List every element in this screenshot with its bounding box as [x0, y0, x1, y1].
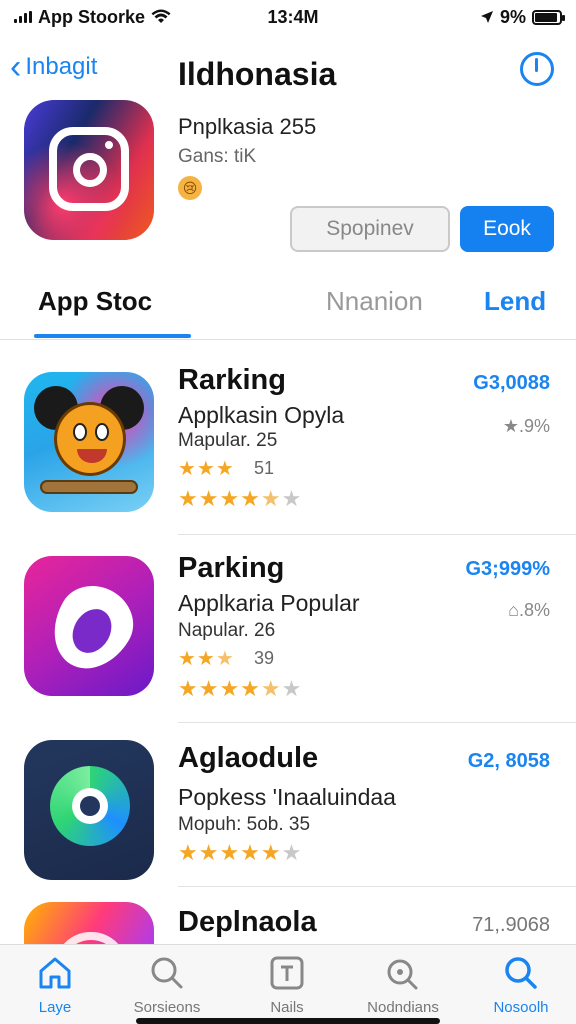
battery-icon — [532, 9, 565, 25]
chat-app-icon[interactable] — [24, 740, 154, 880]
app-title: Aglaodule — [178, 742, 319, 774]
app-name: Pnplkasia 255 — [178, 114, 317, 139]
mouse-app-icon[interactable] — [24, 372, 154, 512]
tab-label: Laye — [38, 999, 72, 1016]
tab-bar: Laye Sorsieons Nails Nodndians Nosoolh — [0, 944, 576, 1024]
tab-bar-item-search[interactable]: Sorsieons — [112, 953, 222, 1016]
camera-icon — [49, 127, 129, 211]
star-rating: ★★★★★★ — [178, 840, 303, 865]
tab-bar-item-search-active[interactable]: Nosoolh — [466, 953, 576, 1016]
secondary-button[interactable]: Spopinev — [290, 206, 450, 252]
home-icon — [39, 957, 71, 989]
apps-icon — [270, 956, 304, 990]
app-meta: Mapular. 25 — [178, 430, 278, 451]
rating-count: 51 — [254, 458, 275, 478]
battery-percent: 9% — [499, 6, 526, 27]
search-icon — [151, 957, 183, 989]
tab-lend[interactable]: Lend — [484, 286, 546, 317]
location-arrow-icon — [480, 11, 493, 23]
list-item[interactable]: Deplnaola 71,.9068 — [0, 888, 576, 944]
app-title: Rarking — [178, 364, 286, 396]
divider — [178, 886, 576, 887]
app-subtitle: Gans: tiK — [178, 146, 257, 167]
price-label: G3,0088 — [473, 372, 550, 394]
tab-label: Nosoolh — [493, 999, 549, 1016]
tab-label: Sorsieons — [133, 999, 201, 1016]
star-rating-small: ★★★ — [178, 648, 235, 670]
primary-button[interactable]: Eook — [460, 206, 554, 252]
home-indicator — [136, 1018, 440, 1024]
search-icon — [505, 957, 537, 989]
power-icon[interactable] — [520, 52, 554, 86]
tab-label: Nodndians — [367, 999, 439, 1016]
app-title: Parking — [178, 552, 285, 584]
emoji-badge-icon: 😢 — [178, 176, 202, 200]
app-icon-camera[interactable] — [24, 100, 154, 240]
app-subtitle: Applkasin Opyla — [178, 402, 345, 428]
wifi-icon — [151, 9, 171, 23]
list-item[interactable]: Rarking Applkasin Opyla Mapular. 25 ★★★ … — [0, 340, 576, 536]
app-title: Deplnaola — [178, 906, 317, 938]
carrier-label: App Stoorke — [38, 6, 146, 27]
segment-tabs: App Stoc Nnanion Lend — [0, 270, 576, 340]
tab-bar-item-apps[interactable]: Nails — [232, 953, 342, 1016]
drop-app-icon[interactable] — [24, 556, 154, 696]
active-tab-indicator — [34, 334, 191, 338]
divider — [178, 534, 576, 535]
app-meta: Napular. 26 — [178, 620, 276, 641]
chevron-left-icon: ‹ — [10, 48, 22, 86]
tab-app-store[interactable]: App Stoc — [38, 286, 152, 317]
percent-label: ⌂.8% — [508, 600, 550, 620]
tab-label: Nails — [270, 999, 304, 1016]
price-label: 71,.9068 — [472, 914, 550, 936]
back-button[interactable]: ‹ Inbagit — [10, 48, 98, 86]
percent-label: ★.9% — [502, 416, 550, 436]
tab-nanion[interactable]: Nnanion — [326, 286, 423, 317]
back-label: Inbagit — [25, 53, 98, 80]
status-right: 9% — [362, 6, 565, 28]
price-label: G3;999% — [465, 558, 551, 580]
tab-bar-item-discover[interactable]: Nodndians — [348, 953, 458, 1016]
tab-bar-item-home[interactable]: Laye — [0, 953, 110, 1016]
star-rating: ★★★★★★ — [178, 486, 303, 511]
star-rating: ★★★★★★ — [178, 676, 303, 701]
app-meta: Mopuh: 5ob. 35 — [178, 814, 311, 835]
status-left: App Stoorke — [14, 7, 224, 28]
rainbow-app-icon[interactable] — [24, 902, 154, 944]
list-item[interactable]: Aglaodule Popkess 'Inaaluindaa Mopuh: 5o… — [0, 724, 576, 888]
status-bar: App Stoorke 13:4M 9% — [0, 0, 576, 34]
magnifier-icon — [387, 959, 418, 990]
star-rating-small: ★★★ — [178, 458, 235, 480]
rating-count: 39 — [254, 648, 275, 668]
clock: 13:4M — [267, 6, 319, 27]
page-title: Ildhonasia — [178, 56, 337, 92]
divider — [178, 722, 576, 723]
price-label: G2, 8058 — [467, 750, 550, 772]
app-subtitle: Popkess 'Inaaluindaa — [178, 784, 396, 810]
list-item[interactable]: Parking Applkaria Popular Napular. 26 ★★… — [0, 536, 576, 724]
app-subtitle: Applkaria Popular — [178, 590, 360, 616]
signal-icon — [14, 11, 32, 23]
